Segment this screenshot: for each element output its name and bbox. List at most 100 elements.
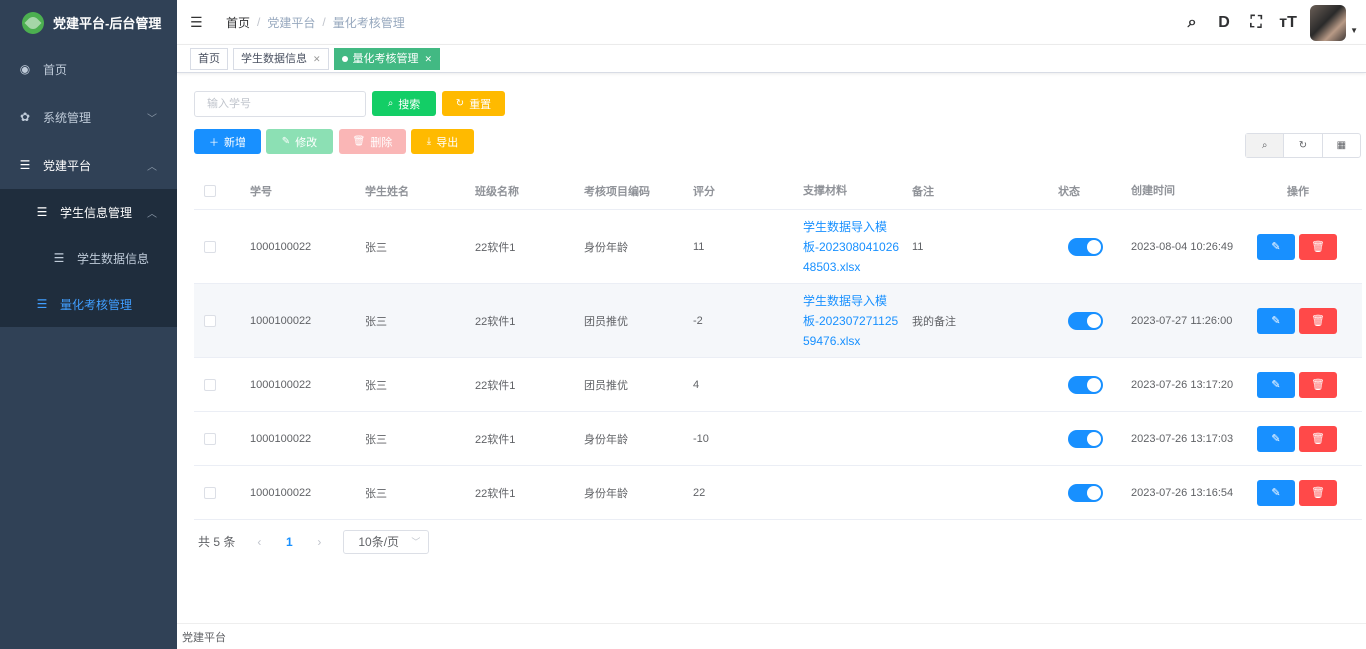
sidebar-item-system[interactable]: ✿ 系统管理 ﹀ — [0, 93, 177, 141]
sidebar-item-home[interactable]: ◉ 首页 — [0, 45, 177, 93]
next-page-icon[interactable]: › — [309, 535, 329, 549]
table-row[interactable]: 1000100022 张三 22软件1 团员推优 -2 学生数据导入模板-20230727… — [194, 284, 1362, 358]
status-switch[interactable] — [1068, 311, 1103, 330]
breadcrumb-separator: / — [322, 15, 326, 29]
row-checkbox[interactable] — [204, 432, 216, 445]
chevron-up-icon: ︿ — [147, 161, 157, 173]
row-delete-button[interactable]: 🗑 — [1299, 307, 1337, 334]
page-size-value: 10条/页 — [358, 535, 400, 549]
cell-code: 身份年龄 — [584, 241, 628, 254]
cell-note: 11 — [912, 240, 924, 253]
footer: 党建平台 — [177, 623, 1366, 649]
columns-button[interactable]: ▦ — [1323, 134, 1360, 157]
row-edit-button[interactable]: ✎ — [1257, 425, 1295, 452]
gear-icon: ✿ — [19, 110, 31, 124]
sidebar-item-student-info[interactable]: ☰ 学生信息管理 ︿ — [0, 189, 177, 235]
breadcrumb-home[interactable]: 首页 — [226, 14, 250, 31]
table-row[interactable]: 1000100022 张三 22软件1 身份年龄 11 学生数据导入模板-20230804… — [194, 210, 1362, 284]
refresh-button[interactable]: ↻ — [1284, 134, 1323, 157]
status-switch[interactable] — [1068, 429, 1103, 448]
tag-home[interactable]: 首页 — [190, 47, 228, 70]
header-name: 学生姓名 — [365, 185, 409, 198]
status-switch[interactable] — [1068, 237, 1103, 256]
tag-quant-assess[interactable]: 量化考核管理 ✕ — [333, 47, 441, 70]
cell-class: 22软件1 — [475, 487, 516, 500]
row-delete-button[interactable]: 🗑 — [1299, 233, 1337, 260]
cell-code: 团员推优 — [584, 379, 628, 392]
app-logo[interactable]: 党建平台-后台管理 — [0, 0, 177, 45]
toggle-search-button[interactable]: ⌕ — [1246, 134, 1285, 157]
checkbox-box — [204, 184, 216, 197]
add-button[interactable]: ＋ 新增 — [194, 129, 261, 154]
cell-code: 身份年龄 — [584, 433, 628, 446]
status-switch[interactable] — [1068, 375, 1103, 394]
page-number[interactable]: 1 — [273, 535, 305, 549]
edit-icon: ✎ — [1271, 433, 1281, 445]
page-size-select[interactable]: 10条/页 ﹀ — [343, 529, 430, 554]
sidebar-item-student-data[interactable]: ☰ 学生数据信息 — [0, 235, 177, 281]
select-all-checkbox[interactable] — [204, 184, 216, 197]
avatar[interactable] — [1310, 4, 1347, 41]
row-delete-button[interactable]: 🗑 — [1299, 425, 1337, 452]
hamburger-icon[interactable]: ☰ — [190, 14, 206, 31]
cell-created: 2023-07-27 11:26:00 — [1131, 314, 1233, 327]
sidebar-item-quant-assess[interactable]: ☰ 量化考核管理 — [0, 281, 177, 327]
trash-icon: 🗑 — [1311, 241, 1325, 253]
edit-button[interactable]: ✎ 修改 — [266, 129, 333, 154]
tag-label: 学生数据信息 — [241, 52, 307, 65]
row-edit-button[interactable]: ✎ — [1257, 233, 1295, 260]
sidebar-item-party-platform[interactable]: ☰ 党建平台 ︿ — [0, 141, 177, 189]
table-row[interactable]: 1000100022 张三 22软件1 身份年龄 -10 2023-07-26 13:17… — [194, 412, 1362, 466]
active-dot-icon — [341, 55, 348, 62]
status-switch[interactable] — [1068, 483, 1103, 502]
row-checkbox[interactable] — [204, 378, 216, 391]
close-icon[interactable]: ✕ — [313, 49, 321, 69]
row-checkbox[interactable] — [204, 314, 216, 327]
cell-name: 张三 — [365, 487, 387, 500]
row-checkbox[interactable] — [204, 240, 216, 253]
export-button[interactable]: ⤓ 导出 — [411, 129, 474, 154]
reset-button[interactable]: ↻ 重置 — [442, 91, 505, 116]
fullscreen-icon[interactable]: ⛶ — [1240, 14, 1272, 32]
cell-student-id: 1000100022 — [250, 486, 312, 499]
cell-note: 我的备注 — [912, 315, 956, 328]
header-material: 支撑材料 — [803, 184, 847, 197]
delete-button[interactable]: 🗑 删除 — [339, 129, 406, 154]
row-checkbox[interactable] — [204, 486, 216, 499]
row-edit-button[interactable]: ✎ — [1257, 479, 1295, 506]
breadcrumb-separator: / — [257, 15, 261, 29]
search-icon[interactable]: ⌕ — [1176, 14, 1208, 32]
trash-icon: 🗑 — [1311, 433, 1325, 445]
row-delete-button[interactable]: 🗑 — [1299, 479, 1337, 506]
cell-student-id: 1000100022 — [250, 378, 312, 391]
cell-name: 张三 — [365, 379, 387, 392]
edit-icon: ✎ — [1271, 241, 1281, 253]
close-icon[interactable]: ✕ — [425, 49, 433, 69]
row-delete-button[interactable]: 🗑 — [1299, 371, 1337, 398]
prev-page-icon[interactable]: ‹ — [249, 535, 269, 549]
breadcrumb-item: 党建平台 — [267, 15, 316, 30]
table-row[interactable]: 1000100022 张三 22软件1 团员推优 4 2023-07-26 13:17:2… — [194, 358, 1362, 412]
row-edit-button[interactable]: ✎ — [1257, 307, 1295, 334]
caret-down-icon[interactable]: ▼ — [1350, 26, 1358, 35]
material-link[interactable]: 学生数据导入模板-20230804102648503.xlsx — [803, 217, 901, 277]
doc-icon[interactable]: D — [1208, 14, 1240, 32]
tag-student-data[interactable]: 学生数据信息 ✕ — [233, 47, 329, 70]
row-edit-button[interactable]: ✎ — [1257, 371, 1295, 398]
material-link[interactable]: 学生数据导入模板-20230727112559476.xlsx — [803, 291, 901, 351]
cell-created: 2023-07-26 13:17:20 — [1131, 378, 1234, 391]
table-row[interactable]: 1000100022 张三 22软件1 身份年龄 22 2023-07-26 13:16:… — [194, 466, 1362, 520]
cell-name: 张三 — [365, 433, 387, 446]
cell-created: 2023-07-26 13:16:54 — [1131, 486, 1234, 499]
student-id-search-input[interactable] — [194, 91, 366, 117]
switch-track — [1068, 311, 1103, 330]
tag-label: 首页 — [198, 52, 220, 65]
leaf-logo-icon — [22, 11, 44, 34]
trash-icon: 🗑 — [1311, 487, 1325, 499]
app-title: 党建平台-后台管理 — [53, 16, 162, 31]
navbar-tools: ⌕ D ⛶ ᴛT ▼ — [1176, 0, 1358, 45]
search-button[interactable]: ⌕ 搜索 — [372, 91, 436, 116]
sidebar-item-label: 系统管理 — [43, 110, 92, 125]
cell-score: -2 — [693, 314, 703, 327]
font-size-icon[interactable]: ᴛT — [1272, 14, 1304, 32]
